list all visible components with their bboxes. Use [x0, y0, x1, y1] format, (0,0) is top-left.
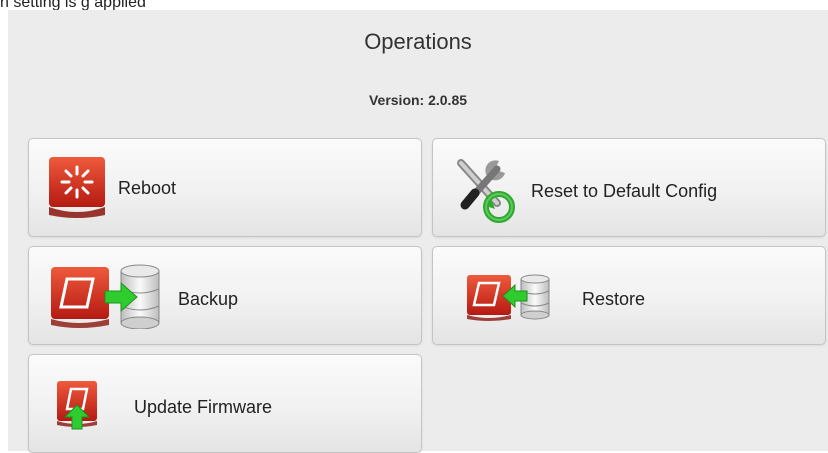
update-firmware-button[interactable]: Update Firmware	[28, 354, 422, 453]
backup-icon	[51, 264, 160, 329]
restore-label: Restore	[582, 289, 646, 309]
reboot-label: Reboot	[118, 178, 177, 198]
page-title: Operations	[364, 29, 472, 54]
reboot-icon	[49, 157, 105, 218]
reset-default-config-label: Reset to Default Config	[531, 181, 718, 201]
version-label: Version: 2.0.85	[368, 92, 468, 108]
clipped-status-text: n setting is g applied	[0, 0, 146, 11]
reboot-button[interactable]: Reboot	[28, 138, 422, 237]
backup-button[interactable]: Backup	[28, 246, 422, 345]
restore-button[interactable]: Restore	[432, 246, 826, 345]
update-firmware-label: Update Firmware	[134, 397, 273, 417]
reset-default-config-button[interactable]: Reset to Default Config	[432, 138, 826, 237]
wrench-screwdriver-icon	[457, 159, 515, 223]
firmware-upload-icon	[57, 381, 97, 430]
restore-icon	[467, 274, 550, 321]
backup-label: Backup	[178, 289, 239, 309]
